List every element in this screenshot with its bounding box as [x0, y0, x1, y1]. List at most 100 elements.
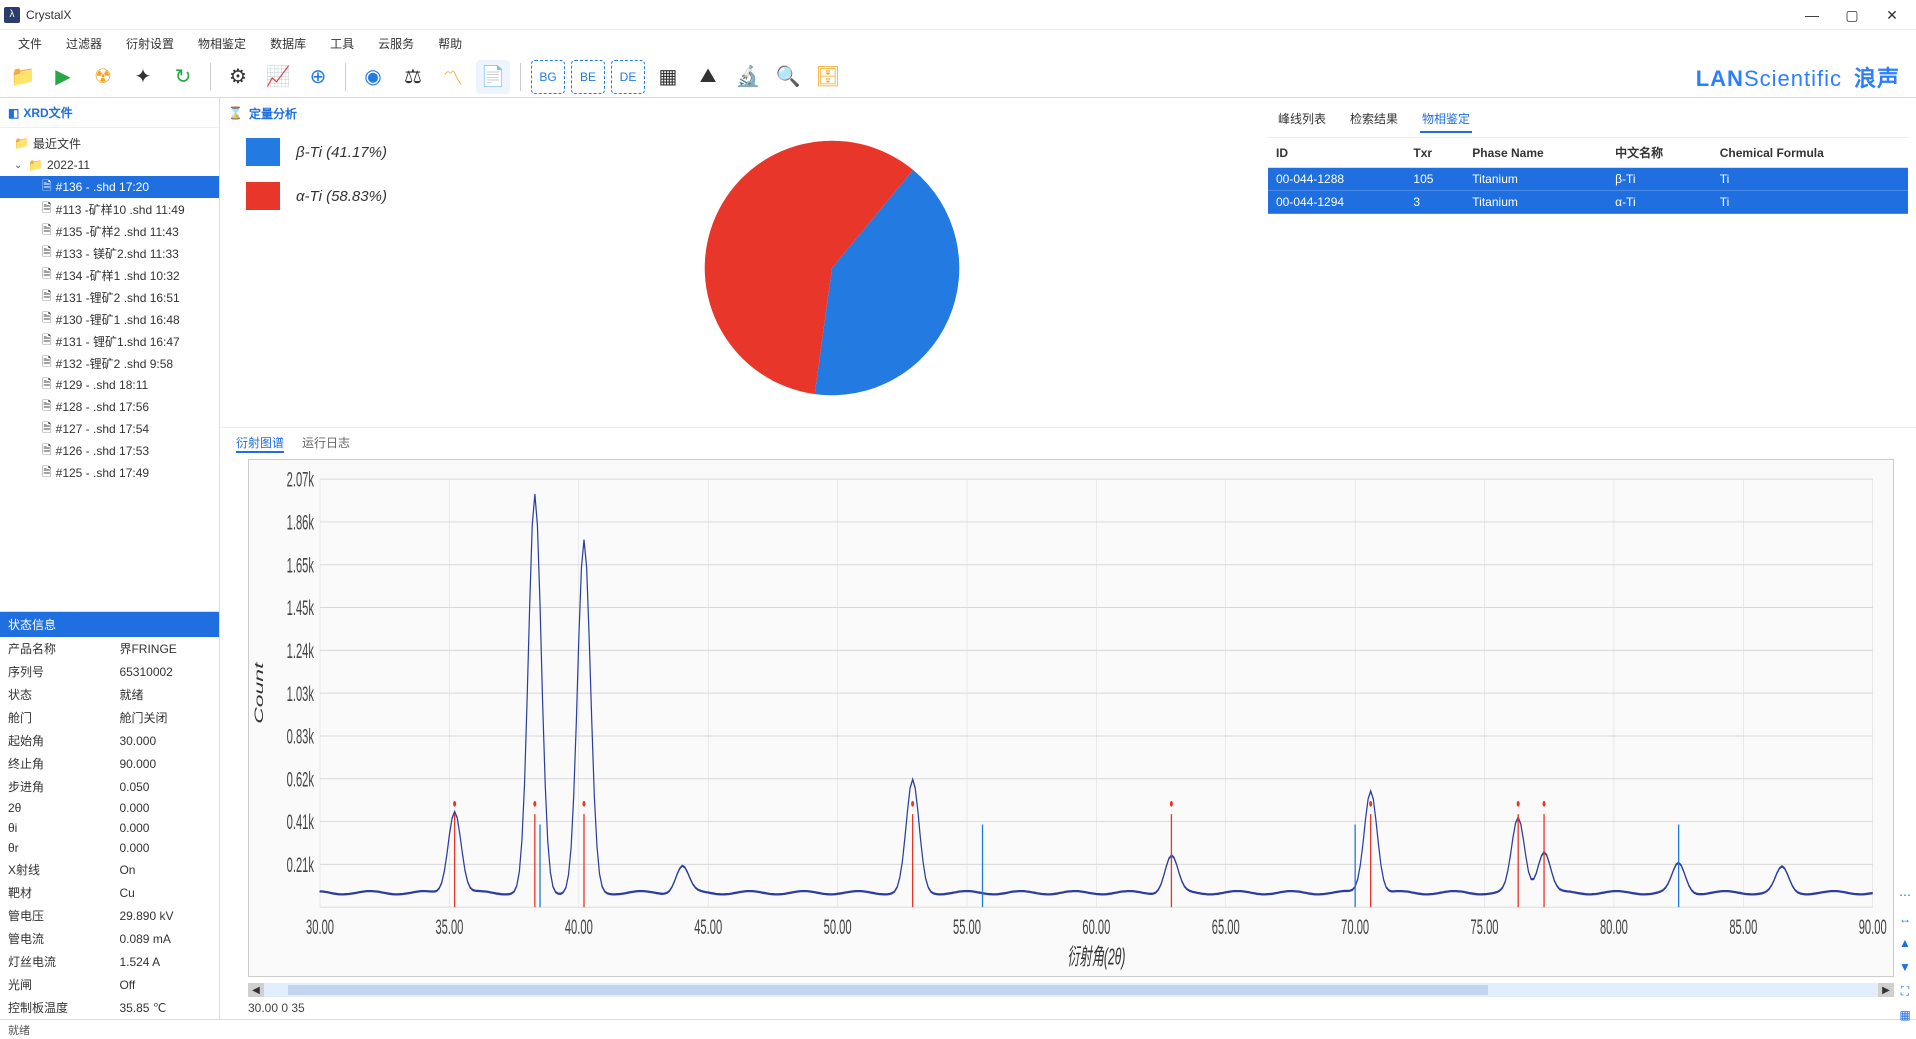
phase-row[interactable]: 00-044-1288105Titaniumβ-TiTi	[1268, 168, 1908, 191]
col-header[interactable]: 中文名称	[1607, 138, 1712, 168]
folder-icon: 📁	[28, 158, 43, 172]
scroll-thumb[interactable]	[288, 985, 1488, 995]
mountain-icon[interactable]: ⛰	[691, 60, 725, 94]
shutter-icon[interactable]: ✦	[126, 60, 160, 94]
tree-item-12[interactable]: 🗎#126 - .shd 17:53	[0, 440, 219, 462]
menu-文件[interactable]: 文件	[8, 33, 52, 54]
toolbar: 📁 ▶ ☢ ✦ ↻ ⚙ 📈 ⊕ ◉ ⚖ 〽 📄 BG BE DE ▦ ⛰ 🔬 🔍…	[0, 56, 1916, 98]
tree-item-3[interactable]: 🗎#133 - 镁矿2.shd 11:33	[0, 242, 219, 264]
tree-item-6[interactable]: 🗎#130 -锂矿1 .shd 16:48	[0, 308, 219, 330]
svg-text:衍射角(2θ): 衍射角(2θ)	[1067, 943, 1125, 969]
more-icon[interactable]: ⋯	[1896, 886, 1914, 904]
tree-item-7[interactable]: 🗎#131 - 锂矿1.shd 16:47	[0, 330, 219, 352]
tree-item-5[interactable]: 🗎#131 -锂矿2 .shd 16:51	[0, 286, 219, 308]
down-icon[interactable]: ▼	[1896, 958, 1914, 976]
spectrum-tab-0[interactable]: 衍射图谱	[236, 434, 284, 453]
file-icon: 🗎	[42, 331, 52, 352]
menu-帮助[interactable]: 帮助	[428, 33, 472, 54]
maximize-button[interactable]: ▢	[1832, 0, 1872, 30]
tree-item-1[interactable]: 🗎#113 -矿样10 .shd 11:49	[0, 198, 219, 220]
tree-item-10[interactable]: 🗎#128 - .shd 17:56	[0, 396, 219, 418]
status-row: θr0.000	[0, 838, 219, 858]
status-row: 起始角30.000	[0, 729, 219, 752]
tree-item-4[interactable]: 🗎#134 -矿样1 .shd 10:32	[0, 264, 219, 286]
open-icon[interactable]: 📁	[6, 60, 40, 94]
report-icon[interactable]: 📄	[476, 60, 510, 94]
svg-text:1.45k: 1.45k	[287, 596, 315, 620]
col-header[interactable]: Txr	[1405, 138, 1464, 168]
bg-icon[interactable]: BG	[531, 60, 565, 94]
status-row: 步进角0.050	[0, 775, 219, 798]
minimize-button[interactable]: —	[1792, 0, 1832, 30]
col-header[interactable]: Chemical Formula	[1712, 138, 1908, 168]
chart-icon[interactable]: 〽	[436, 60, 470, 94]
compare-icon[interactable]: ⚖	[396, 60, 430, 94]
spectrum-tab-1[interactable]: 运行日志	[302, 434, 350, 453]
menu-数据库[interactable]: 数据库	[260, 33, 316, 54]
be-icon[interactable]: BE	[571, 60, 605, 94]
legend-swatch	[246, 138, 280, 166]
menu-衍射设置[interactable]: 衍射设置	[116, 33, 184, 54]
status-row: θi0.000	[0, 818, 219, 838]
status-row: 2θ0.000	[0, 798, 219, 818]
radiation-icon[interactable]: ☢	[86, 60, 120, 94]
file-icon: 🗎	[42, 177, 52, 198]
menu-工具[interactable]: 工具	[320, 33, 364, 54]
file-tree[interactable]: 📁最近文件⌄📁2022-11🗎#136 - .shd 17:20🗎#113 -矿…	[0, 128, 219, 611]
zoom-x-icon[interactable]: ↔	[1896, 910, 1914, 928]
col-header[interactable]: ID	[1268, 138, 1405, 168]
refresh-icon[interactable]: ↻	[166, 60, 200, 94]
de-icon[interactable]: DE	[611, 60, 645, 94]
status-panel: 状态信息 产品名称界FRINGE序列号65310002状态就绪舱门舱门关闭起始角…	[0, 611, 219, 1019]
spectrum-icon[interactable]: 📈	[261, 60, 295, 94]
svg-text:0.83k: 0.83k	[287, 725, 315, 749]
menu-云服务[interactable]: 云服务	[368, 33, 424, 54]
target-icon[interactable]: ⊕	[301, 60, 335, 94]
identification-panel: 峰线列表检索结果物相鉴定 IDTxrPhase Name中文名称Chemical…	[1268, 98, 1908, 427]
spectrum-tabs: 衍射图谱运行日志	[228, 428, 1916, 459]
database-icon[interactable]: 🗄	[811, 60, 845, 94]
tree-folder[interactable]: ⌄📁2022-11	[0, 154, 219, 176]
fingerprint-icon[interactable]: ◉	[356, 60, 390, 94]
status-row: 状态就绪	[0, 683, 219, 706]
tree-item-11[interactable]: 🗎#127 - .shd 17:54	[0, 418, 219, 440]
spectrum-plot[interactable]: 30.0035.0040.0045.0050.0055.0060.0065.00…	[248, 459, 1894, 977]
folder-icon: 📁	[14, 136, 29, 150]
tree-item-13[interactable]: 🗎#125 - .shd 17:49	[0, 462, 219, 484]
grid-toggle-icon[interactable]: ▦	[1896, 1006, 1914, 1024]
phase-table[interactable]: IDTxrPhase Name中文名称Chemical Formula 00-0…	[1268, 138, 1908, 214]
file-icon: 🗎	[42, 397, 52, 418]
tree-item-0[interactable]: 🗎#136 - .shd 17:20	[0, 176, 219, 198]
ident-tab-0[interactable]: 峰线列表	[1276, 106, 1328, 133]
run-icon[interactable]: ▶	[46, 60, 80, 94]
tree-item-2[interactable]: 🗎#135 -矿样2 .shd 11:43	[0, 220, 219, 242]
expand-icon[interactable]: ⛶	[1896, 982, 1914, 1000]
up-icon[interactable]: ▲	[1896, 934, 1914, 952]
tree-item-9[interactable]: 🗎#129 - .shd 18:11	[0, 374, 219, 396]
phase-row[interactable]: 00-044-12943Titaniumα-TiTi	[1268, 191, 1908, 214]
pie-chart	[692, 128, 972, 408]
scroll-left-button[interactable]: ◀	[248, 983, 264, 997]
svg-text:0.41k: 0.41k	[287, 810, 315, 834]
status-title: 状态信息	[0, 612, 219, 637]
col-header[interactable]: Phase Name	[1464, 138, 1607, 168]
svg-text:45.00: 45.00	[694, 915, 722, 939]
scroll-right-button[interactable]: ▶	[1878, 983, 1894, 997]
tree-item-8[interactable]: 🗎#132 -锂矿2 .shd 9:58	[0, 352, 219, 374]
svg-text:50.00: 50.00	[824, 915, 852, 939]
analyze-icon[interactable]: 🔬	[731, 60, 765, 94]
close-button[interactable]: ✕	[1872, 0, 1912, 30]
spectrum-scrollbar[interactable]: ◀ ▶	[248, 983, 1894, 997]
status-row: 管电流0.089 mA	[0, 927, 219, 950]
ident-tab-2[interactable]: 物相鉴定	[1420, 106, 1472, 133]
tree-recent[interactable]: 📁最近文件	[0, 132, 219, 154]
flask-icon: ⌛	[228, 106, 243, 120]
menu-物相鉴定[interactable]: 物相鉴定	[188, 33, 256, 54]
ident-tab-1[interactable]: 检索结果	[1348, 106, 1400, 133]
settings-icon[interactable]: ⚙	[221, 60, 255, 94]
status-row: 靶材Cu	[0, 881, 219, 904]
search-icon[interactable]: 🔍	[771, 60, 805, 94]
grid-icon[interactable]: ▦	[651, 60, 685, 94]
brand-logo: LANScientific浪声	[1696, 61, 1910, 93]
menu-过滤器[interactable]: 过滤器	[56, 33, 112, 54]
